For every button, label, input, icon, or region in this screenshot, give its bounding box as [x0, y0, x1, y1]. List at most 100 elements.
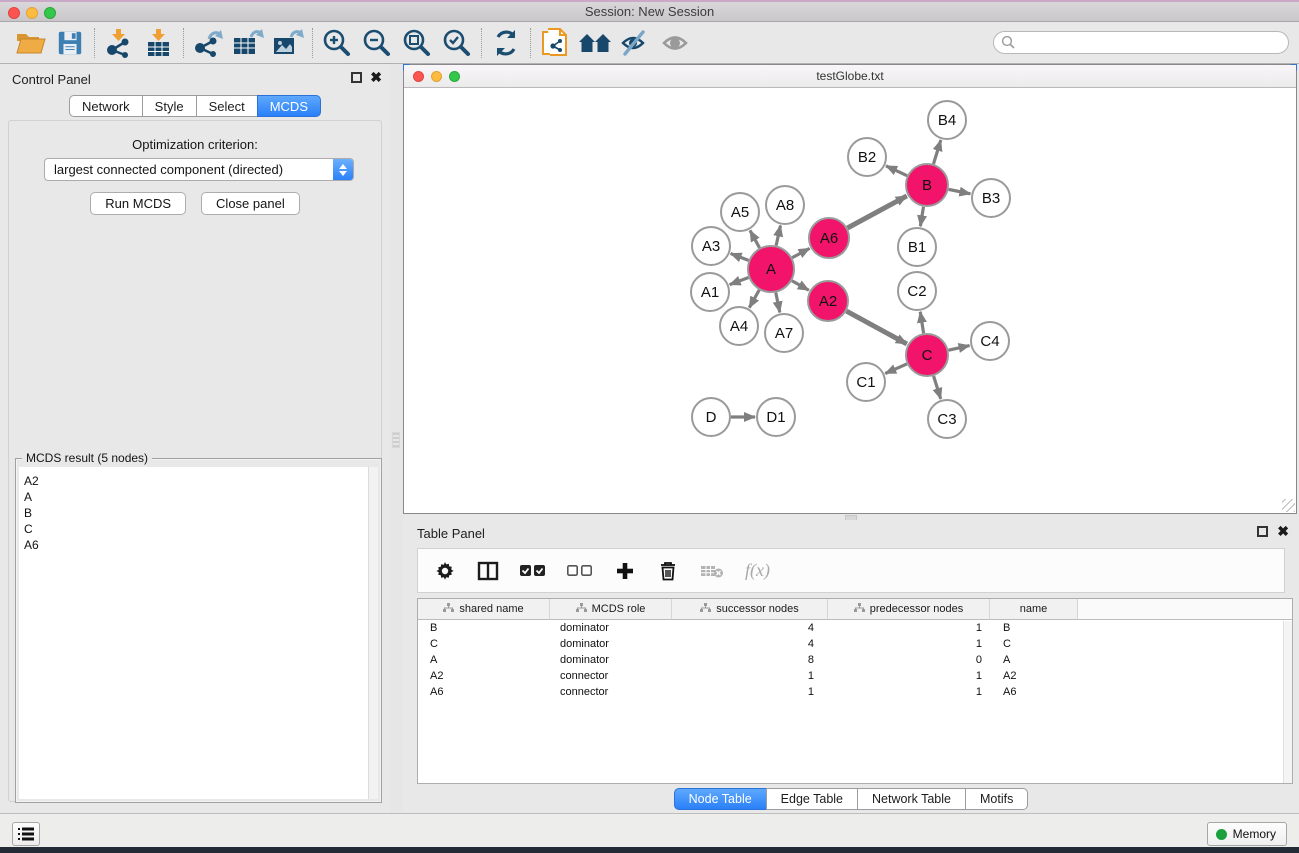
search-input[interactable] [993, 31, 1289, 54]
vertical-splitter[interactable] [390, 64, 404, 813]
result-item-A[interactable]: A [24, 489, 378, 505]
graph-edge-B-B4[interactable] [933, 140, 940, 164]
tab-style[interactable]: Style [142, 95, 197, 117]
duplicate-network-icon[interactable] [535, 25, 575, 61]
graph-edge-C-C1[interactable] [885, 364, 907, 374]
open-session-icon[interactable] [10, 25, 50, 61]
export-network-icon[interactable] [188, 25, 228, 61]
tab-mcds[interactable]: MCDS [257, 95, 321, 117]
graph-node-label-C2: C2 [907, 283, 926, 300]
result-item-C[interactable]: C [24, 521, 378, 537]
criterion-dropdown[interactable]: largest connected component (directed) [44, 158, 354, 181]
cell: C [990, 636, 1078, 652]
zoom-in-icon[interactable] [317, 25, 357, 61]
import-network-icon[interactable] [99, 25, 139, 61]
table-row[interactable]: Bdominator41B [418, 620, 1292, 636]
table-scrollbar[interactable] [1283, 621, 1292, 783]
graph-edge-A-A1[interactable] [730, 277, 749, 284]
column-header-successor-nodes[interactable]: successor nodes [672, 599, 828, 620]
column-header-shared-name[interactable]: shared name [418, 599, 550, 620]
app-title: Session: New Session [585, 4, 714, 19]
network-close-button[interactable] [413, 71, 424, 82]
delete-icon[interactable] [657, 558, 679, 584]
network-view-window[interactable]: testGlobe.txt AA6A2BCA5A8A3A1A4A7B2B4B3B… [403, 64, 1297, 514]
graph-edge-A-A5[interactable] [750, 230, 760, 247]
export-image-icon[interactable] [268, 25, 308, 61]
select-all-checkboxes-icon[interactable] [520, 558, 546, 584]
float-panel-icon[interactable] [351, 72, 362, 83]
split-columns-icon[interactable] [477, 558, 499, 584]
column-header-name[interactable]: name [990, 599, 1078, 620]
graph-edge-C-C2[interactable] [920, 312, 923, 334]
close-table-panel-icon[interactable]: ✖ [1277, 526, 1289, 537]
import-table-icon[interactable] [139, 25, 179, 61]
tab-node-table[interactable]: Node Table [674, 788, 767, 810]
graph-edge-B-B3[interactable] [949, 189, 971, 193]
tab-motifs[interactable]: Motifs [965, 788, 1028, 810]
graph-node-label-C: C [922, 347, 933, 364]
zoom-fit-icon[interactable] [397, 25, 437, 61]
settings-gear-icon[interactable] [434, 558, 456, 584]
graph-edge-A-A3[interactable] [731, 254, 749, 261]
close-panel-button[interactable]: Close panel [201, 192, 300, 215]
graph-edge-B-B2[interactable] [886, 166, 907, 176]
zoom-out-icon[interactable] [357, 25, 397, 61]
cell: 1 [672, 668, 828, 684]
window-resize-handle[interactable] [1282, 499, 1295, 512]
tab-network-table[interactable]: Network Table [857, 788, 966, 810]
column-header-predecessor-nodes[interactable]: predecessor nodes [828, 599, 990, 620]
apply-layout-icon[interactable] [486, 25, 526, 61]
float-table-panel-icon[interactable] [1257, 526, 1268, 537]
add-column-icon[interactable] [614, 558, 636, 584]
delete-table-icon[interactable] [700, 558, 724, 584]
network-minimize-button[interactable] [431, 71, 442, 82]
main-toolbar [0, 23, 1299, 64]
graph-node-label-A3: A3 [702, 238, 720, 255]
table-row[interactable]: Cdominator41C [418, 636, 1292, 652]
graph-edge-C-C3[interactable] [934, 376, 941, 399]
result-item-A2[interactable]: A2 [24, 473, 378, 489]
table-row[interactable]: A2connector11A2 [418, 668, 1292, 684]
table-row[interactable]: Adominator80A [418, 652, 1292, 668]
graph-edge-A-A4[interactable] [749, 290, 759, 308]
splitter-grip[interactable] [392, 432, 400, 448]
graph-edge-A-A8[interactable] [776, 226, 780, 246]
function-builder-icon[interactable]: f(x) [745, 558, 770, 584]
minimize-window-button[interactable] [26, 7, 38, 19]
mcds-result-items: A2ABCA6 [19, 467, 378, 553]
save-session-icon[interactable] [50, 25, 90, 61]
network-canvas[interactable]: AA6A2BCA5A8A3A1A4A7B2B4B3B1C2C4C1C3DD1 [404, 88, 1296, 513]
result-item-A6[interactable]: A6 [24, 537, 378, 553]
show-all-icon[interactable] [655, 25, 695, 61]
close-window-button[interactable] [8, 7, 20, 19]
zoom-selected-icon[interactable] [437, 25, 477, 61]
export-table-icon[interactable] [228, 25, 268, 61]
app-titlebar[interactable]: Session: New Session [0, 2, 1299, 22]
network-window-titlebar[interactable]: testGlobe.txt [404, 65, 1296, 88]
task-history-button[interactable] [12, 822, 40, 846]
graph-edge-A-A7[interactable] [776, 293, 780, 313]
network-zoom-button[interactable] [449, 71, 460, 82]
home-icon[interactable] [575, 25, 615, 61]
tab-select[interactable]: Select [196, 95, 258, 117]
graph-edge-A-A2[interactable] [792, 281, 809, 290]
tab-network[interactable]: Network [69, 95, 143, 117]
run-mcds-button[interactable]: Run MCDS [90, 192, 186, 215]
hide-selected-icon[interactable] [615, 25, 655, 61]
memory-button[interactable]: Memory [1207, 822, 1287, 846]
cell: connector [550, 684, 672, 700]
table-row[interactable]: A6connector11A6 [418, 684, 1292, 700]
close-panel-icon[interactable]: ✖ [370, 72, 382, 83]
graph-edge-B-B1[interactable] [920, 207, 923, 227]
zoom-window-button[interactable] [44, 7, 56, 19]
deselect-all-checkboxes-icon[interactable] [567, 558, 593, 584]
graph-edge-A6-B[interactable] [847, 196, 906, 228]
tab-edge-table[interactable]: Edge Table [766, 788, 858, 810]
result-item-B[interactable]: B [24, 505, 378, 521]
graph-edge-A-A6[interactable] [792, 248, 809, 257]
graph-node-label-D: D [706, 409, 717, 426]
result-list-scrollbar[interactable] [368, 467, 378, 799]
column-header-MCDS-role[interactable]: MCDS role [550, 599, 672, 620]
graph-edge-A2-C[interactable] [846, 311, 906, 344]
graph-edge-C-C4[interactable] [948, 346, 969, 351]
